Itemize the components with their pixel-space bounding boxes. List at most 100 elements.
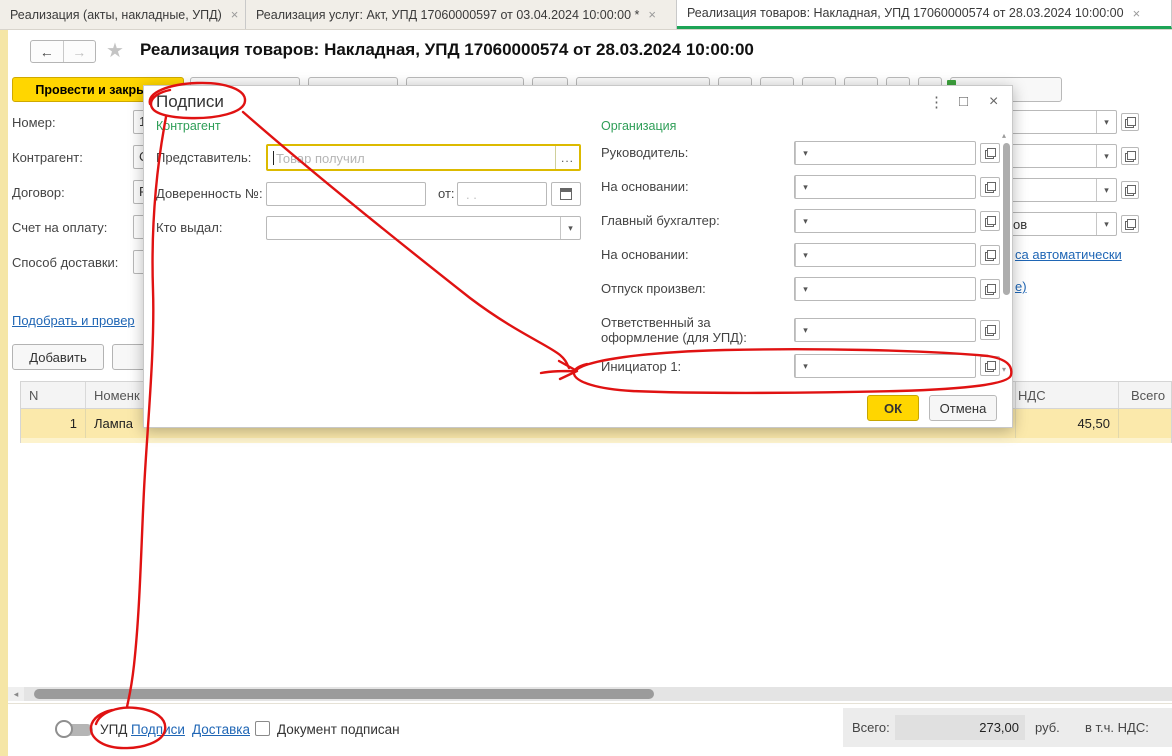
tab-realization-goods[interactable]: Реализация товаров: Накладная, УПД 17060… <box>677 0 1172 29</box>
back-button[interactable]: ← <box>31 41 64 62</box>
tab-bar: Реализация (акты, накладные, УПД) × Реал… <box>0 0 1172 30</box>
close-icon[interactable]: × <box>1133 6 1141 21</box>
basis-field[interactable]: ▾ <box>794 175 976 199</box>
director-label: Руководитель: <box>601 145 688 160</box>
issued-by-field[interactable]: ▾ <box>266 216 581 240</box>
close-icon[interactable]: × <box>989 93 998 111</box>
chevron-down-icon[interactable]: ▾ <box>795 176 815 198</box>
pick-and-check-link[interactable]: Подобрать и провер <box>12 313 135 328</box>
signatures-link[interactable]: Подписи <box>131 722 185 737</box>
chevron-down-icon[interactable]: ▾ <box>795 210 815 232</box>
favorite-star-icon[interactable]: ★ <box>106 38 124 63</box>
chevron-down-icon[interactable]: ▾ <box>1096 145 1116 167</box>
combo-field[interactable]: ▾ <box>995 144 1117 168</box>
chief-accountant-field[interactable]: ▾ <box>794 209 976 233</box>
representative-field[interactable]: Товар получил ... <box>266 144 581 171</box>
close-icon[interactable]: × <box>231 7 239 22</box>
invoice-label: Счет на оплату: <box>12 220 107 235</box>
delivery-link[interactable]: Доставка <box>192 722 250 737</box>
ok-button[interactable]: ОК <box>867 395 919 421</box>
add-button[interactable]: Добавить <box>12 344 104 370</box>
scroll-left-icon[interactable]: ◂ <box>8 687 24 701</box>
modal-scrollbar-thumb[interactable] <box>1003 143 1010 295</box>
combo-field[interactable]: нтов▾ <box>995 212 1117 236</box>
open-icon <box>1125 117 1136 128</box>
open-button[interactable] <box>980 320 1000 340</box>
open-button[interactable] <box>980 211 1000 231</box>
responsible-upd-label: Ответственный за оформление (для УПД): <box>601 315 791 345</box>
open-button[interactable] <box>1121 113 1139 131</box>
chevron-down-icon[interactable]: ▾ <box>795 319 815 341</box>
open-icon <box>985 216 996 227</box>
responsible-upd-field[interactable]: ▾ <box>794 318 976 342</box>
upd-toggle[interactable] <box>55 720 93 740</box>
chevron-down-icon[interactable]: ▾ <box>795 244 815 266</box>
open-button[interactable] <box>1121 147 1139 165</box>
tab-realization-services[interactable]: Реализация услуг: Акт, УПД 17060000597 о… <box>246 0 677 29</box>
combo-field[interactable]: ▾ <box>995 178 1117 202</box>
page-title: Реализация товаров: Накладная, УПД 17060… <box>140 40 754 60</box>
chevron-down-icon[interactable]: ▾ <box>560 217 580 239</box>
vat-total-label: в т.ч. НДС: <box>1085 720 1149 735</box>
kebab-menu-icon[interactable]: ⋮ <box>929 93 944 111</box>
representative-label: Представитель: <box>156 150 251 165</box>
from-label: от: <box>438 186 455 201</box>
chevron-down-icon[interactable]: ▾ <box>1096 111 1116 133</box>
open-icon <box>985 250 996 261</box>
scroll-down-icon[interactable]: ▾ <box>1002 365 1012 374</box>
basis2-field[interactable]: ▾ <box>794 243 976 267</box>
currency-label: руб. <box>1035 720 1060 735</box>
settlements-link-fragment[interactable]: са автоматически <box>1015 247 1122 262</box>
director-field[interactable]: ▾ <box>794 141 976 165</box>
col-vat[interactable]: НДС <box>1016 382 1119 408</box>
attorney-number-field[interactable] <box>266 182 426 206</box>
signatures-dialog: Подписи ⋮ □ × Контрагент Организация Пре… <box>143 85 1013 428</box>
chevron-down-icon[interactable]: ▾ <box>795 142 815 164</box>
h-scrollbar-thumb[interactable] <box>34 689 654 699</box>
open-icon <box>985 284 996 295</box>
prices-link-fragment[interactable]: е) <box>1015 279 1027 294</box>
open-button[interactable] <box>980 245 1000 265</box>
initiator-field[interactable]: ▾ <box>794 354 976 378</box>
open-button[interactable] <box>1121 181 1139 199</box>
chevron-down-icon[interactable]: ▾ <box>1096 213 1116 235</box>
open-button[interactable] <box>1121 215 1139 233</box>
more-button[interactable]: ... <box>555 146 579 169</box>
document-signed-label: Документ подписан <box>277 722 400 737</box>
history-nav: ← → <box>30 40 96 63</box>
chevron-down-icon[interactable]: ▾ <box>795 355 815 377</box>
scroll-up-icon[interactable]: ▴ <box>1002 131 1012 140</box>
tab-realization-list[interactable]: Реализация (акты, накладные, УПД) × <box>0 0 246 29</box>
released-by-label: Отпуск произвел: <box>601 281 706 296</box>
document-signed-checkbox[interactable] <box>255 721 270 736</box>
initiator-label: Инициатор 1: <box>601 359 681 374</box>
cell-vat: 45,50 <box>1016 409 1119 438</box>
maximize-icon[interactable]: □ <box>959 93 968 110</box>
attorney-label: Доверенность №: <box>156 186 263 201</box>
combo-field[interactable]: ▾ <box>995 110 1117 134</box>
open-button[interactable] <box>980 143 1000 163</box>
calendar-icon <box>560 188 572 200</box>
open-button[interactable] <box>980 279 1000 299</box>
chevron-down-icon[interactable]: ▾ <box>795 278 815 300</box>
close-icon[interactable]: × <box>648 7 656 22</box>
chevron-down-icon[interactable]: ▾ <box>1096 179 1116 201</box>
cancel-button[interactable]: Отмена <box>929 395 997 421</box>
open-button[interactable] <box>980 356 1000 376</box>
col-total[interactable]: Всего <box>1119 382 1171 408</box>
col-n[interactable]: N <box>21 382 86 408</box>
chief-accountant-label: Главный бухгалтер: <box>601 213 720 228</box>
dialog-title: Подписи <box>156 92 224 112</box>
open-button[interactable] <box>980 177 1000 197</box>
left-accent-strip <box>0 30 8 756</box>
tab-label: Реализация услуг: Акт, УПД 17060000597 о… <box>256 8 639 22</box>
attorney-date-field[interactable]: . . <box>457 182 547 206</box>
calendar-button[interactable] <box>551 182 581 206</box>
released-by-field[interactable]: ▾ <box>794 277 976 301</box>
cell-total <box>1119 409 1171 438</box>
upd-label: УПД <box>100 722 127 737</box>
forward-button[interactable]: → <box>64 41 96 62</box>
totals-panel: Всего: 273,00 руб. в т.ч. НДС: <box>843 708 1172 747</box>
placeholder-text: Товар получил <box>276 151 365 166</box>
total-label: Всего: <box>852 720 890 735</box>
